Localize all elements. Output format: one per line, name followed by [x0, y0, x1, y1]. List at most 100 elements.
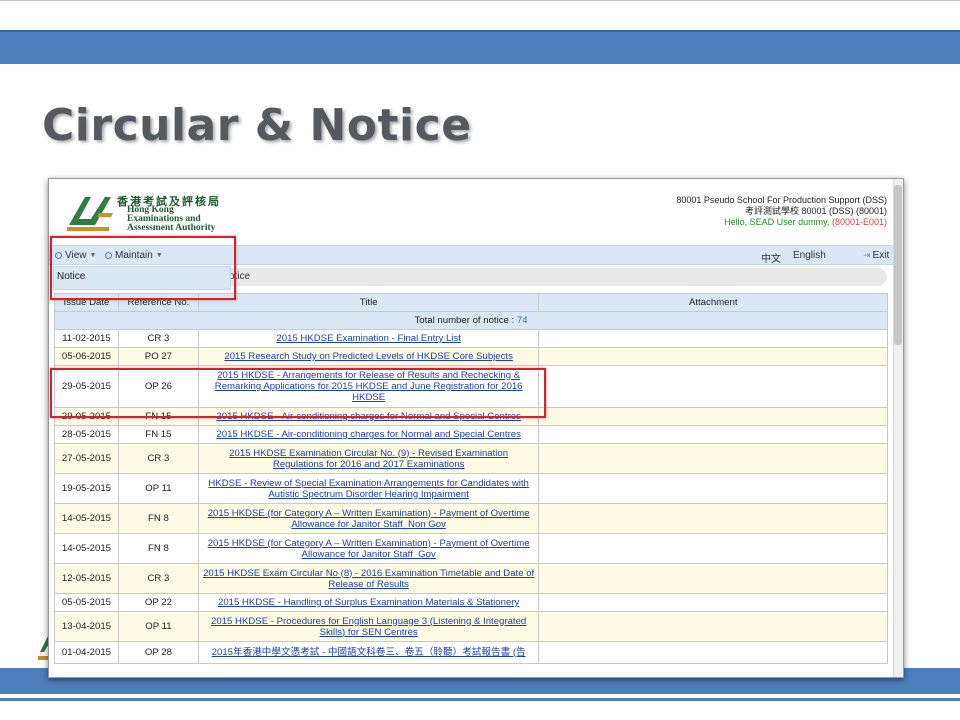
notice-title-link[interactable]: 2015 HKDSE - Air-conditioning charges fo… [216, 429, 520, 440]
notice-title-link[interactable]: 2015年香港中學文憑考試 - 中國語文科卷三、卷五（聆聽）考試報告書 (告 [212, 647, 526, 658]
cell-reference-no: OP 26 [117, 365, 199, 408]
notice-title-link[interactable]: 2015 HKDSE - Procedures for English Lang… [211, 616, 526, 638]
cell-title: 2015年香港中學文憑考試 - 中國語文科卷三、卷五（聆聽）考試報告書 (告 [197, 641, 540, 664]
cell-issue-date: 12-05-2015 [54, 563, 119, 594]
table-row: 05-05-2015 OP 22 2015 HKDSE - Handling of … [54, 593, 888, 612]
notice-table: Total number of notice : 74 Issue Date R… [54, 293, 888, 664]
menu-bar: View ▼ Maintain ▼ 中文 English ⇥ Exit [49, 245, 895, 265]
cell-attachment [538, 425, 888, 444]
table-row: 14-05-2015 FN 8 2015 HKDSE (for Category A… [54, 503, 888, 534]
notice-title-link[interactable]: 2015 HKDSE Examination - Final Entry Lis… [276, 333, 461, 344]
table-row: 01-04-2015 OP 28 2015年香港中學文憑考試 - 中國語文科卷三、卷… [54, 641, 888, 664]
cell-attachment [538, 641, 888, 664]
caret-down-icon: ▼ [155, 252, 163, 259]
table-row: 29-05-2015 OP 26 2015 HKDSE - Arrangements… [54, 365, 888, 408]
lang-english-link[interactable]: English [793, 250, 826, 261]
cell-reference-no: PO 27 [117, 347, 199, 366]
cell-title: 2015 HKDSE - Arrangements for Release of… [197, 365, 540, 408]
cell-attachment [538, 365, 888, 408]
col-reference-no[interactable]: Reference No. [117, 293, 199, 312]
cell-issue-date: 14-05-2015 [54, 503, 119, 534]
cell-attachment [538, 443, 888, 474]
bottom-rule [0, 698, 960, 701]
cell-reference-no: FN 15 [117, 425, 199, 444]
cell-title: 2015 HKDSE - Handling of Surplus Examina… [197, 593, 540, 612]
table-row: 28-05-2015 FN 15 2015 HKDSE - Air-conditio… [54, 425, 888, 444]
cell-issue-date: 27-05-2015 [54, 443, 119, 474]
cell-issue-date: 28-05-2015 [54, 425, 119, 444]
lang-chinese-link[interactable]: 中文 [761, 250, 781, 265]
cell-reference-no: FN 8 [117, 533, 199, 564]
notice-title-link[interactable]: 2015 HKDSE Examination Circular No. (9) … [229, 448, 508, 470]
user-icon [105, 252, 112, 259]
notice-title-link[interactable]: 2015 Research Study on Predicted Levels … [224, 351, 513, 362]
notice-title-link[interactable]: 2015 HKDSE (for Category A – Written Exa… [208, 538, 530, 560]
cell-reference-no: OP 28 [117, 641, 199, 664]
school-name-cn: 考評測試學校 80001 (DSS) (80001) [744, 206, 887, 216]
cell-issue-date: 05-06-2015 [54, 347, 119, 366]
cell-title: 2015 HKDSE (for Category A – Written Exa… [197, 503, 540, 534]
cell-reference-no: CR 3 [117, 329, 199, 348]
dropdown-item-notice[interactable]: Notice [57, 271, 230, 282]
table-row: 19-05-2015 OP 11 HKDSE - Review of Special… [54, 473, 888, 504]
notice-table-wrapper: Total number of notice : 74 Issue Date R… [54, 293, 888, 664]
scrollbar-thumb[interactable] [894, 185, 902, 345]
user-code: (80001-E001) [831, 217, 887, 227]
total-count: 74 [516, 315, 528, 326]
cell-attachment [538, 563, 888, 594]
header-row: Issue Date Reference No. Title Attachmen… [54, 293, 888, 312]
hkeaa-logo-icon [67, 197, 113, 231]
app-header: 香港考試及評核局 Hong Kong Examinations and Asse… [49, 179, 895, 245]
cell-reference-no: OP 11 [117, 611, 199, 642]
cell-issue-date: 19-05-2015 [54, 473, 119, 504]
caret-down-icon: ▼ [89, 252, 97, 259]
cell-issue-date: 29-05-2015 [54, 365, 119, 408]
cell-issue-date: 05-05-2015 [54, 593, 119, 612]
col-attachment[interactable]: Attachment [538, 293, 888, 312]
col-issue-date[interactable]: Issue Date [54, 293, 119, 312]
table-row: 11-02-2015 CR 3 2015 HKDSE Examination - F… [54, 329, 888, 348]
notice-rows: 11-02-2015 CR 3 2015 HKDSE Examination - F… [54, 329, 888, 664]
menu-maintain[interactable]: Maintain ▼ [105, 250, 163, 261]
cell-attachment [538, 593, 888, 612]
cell-attachment [538, 533, 888, 564]
total-row: Total number of notice : 74 [54, 311, 888, 330]
cell-reference-no: OP 11 [117, 473, 199, 504]
cell-issue-date: 11-02-2015 [54, 329, 119, 348]
table-row: 27-05-2015 CR 3 2015 HKDSE Examination Cir… [54, 443, 888, 474]
cell-attachment [538, 407, 888, 426]
cell-title: 2015 HKDSE - Air-conditioning charges fo… [197, 407, 540, 426]
cell-title: 2015 HKDSE Examination Circular No. (9) … [197, 443, 540, 474]
cell-attachment [538, 473, 888, 504]
exit-link[interactable]: ⇥ Exit [863, 250, 889, 261]
cell-title: 2015 HKDSE - Air-conditioning charges fo… [197, 425, 540, 444]
notice-title-link[interactable]: 2015 HKDSE - Arrangements for Release of… [215, 370, 523, 403]
cell-title: 2015 HKDSE Examination - Final Entry Lis… [197, 329, 540, 348]
cell-issue-date: 29-05-2015 [54, 407, 119, 426]
table-row: 13-04-2015 OP 11 2015 HKDSE - Procedures f… [54, 611, 888, 642]
table-row: 14-05-2015 FN 8 2015 HKDSE (for Category A… [54, 533, 888, 564]
notice-title-link[interactable]: 2015 HKDSE Exam Circular No (8) - 2016 E… [203, 568, 534, 590]
vertical-scrollbar[interactable] [893, 179, 903, 677]
user-icon [55, 252, 62, 259]
school-name-en: 80001 Pseudo School For Production Suppo… [676, 195, 887, 205]
cell-title: 2015 HKDSE Exam Circular No (8) - 2016 E… [197, 563, 540, 594]
cell-issue-date: 14-05-2015 [54, 533, 119, 564]
menu-view[interactable]: View ▼ [55, 250, 96, 261]
notice-title-link[interactable]: 2015 HKDSE (for Category A – Written Exa… [208, 508, 530, 530]
view-dropdown: Notice [53, 266, 231, 290]
top-banner [0, 30, 960, 64]
slide-title: Circular & Notice [42, 100, 472, 151]
cell-title: 2015 HKDSE - Procedures for English Lang… [197, 611, 540, 642]
col-title[interactable]: Title [197, 293, 540, 312]
user-greeting: Hello, SEAD User dummy, (80001-E001) [724, 217, 887, 227]
cell-attachment [538, 503, 888, 534]
cell-title: 2015 Research Study on Predicted Levels … [197, 347, 540, 366]
slide: Circular & Notice 香港考試及評核局 Hong Kong Exa… [0, 0, 960, 720]
table-row: 12-05-2015 CR 3 2015 HKDSE Exam Circular N… [54, 563, 888, 594]
school-info: 80001 Pseudo School For Production Suppo… [676, 195, 887, 228]
cell-reference-no: OP 22 [117, 593, 199, 612]
notice-title-link[interactable]: HKDSE - Review of Special Examination Ar… [208, 478, 528, 500]
notice-title-link[interactable]: 2015 HKDSE - Handling of Surplus Examina… [218, 597, 519, 608]
notice-title-link[interactable]: 2015 HKDSE - Air-conditioning charges fo… [216, 411, 520, 422]
